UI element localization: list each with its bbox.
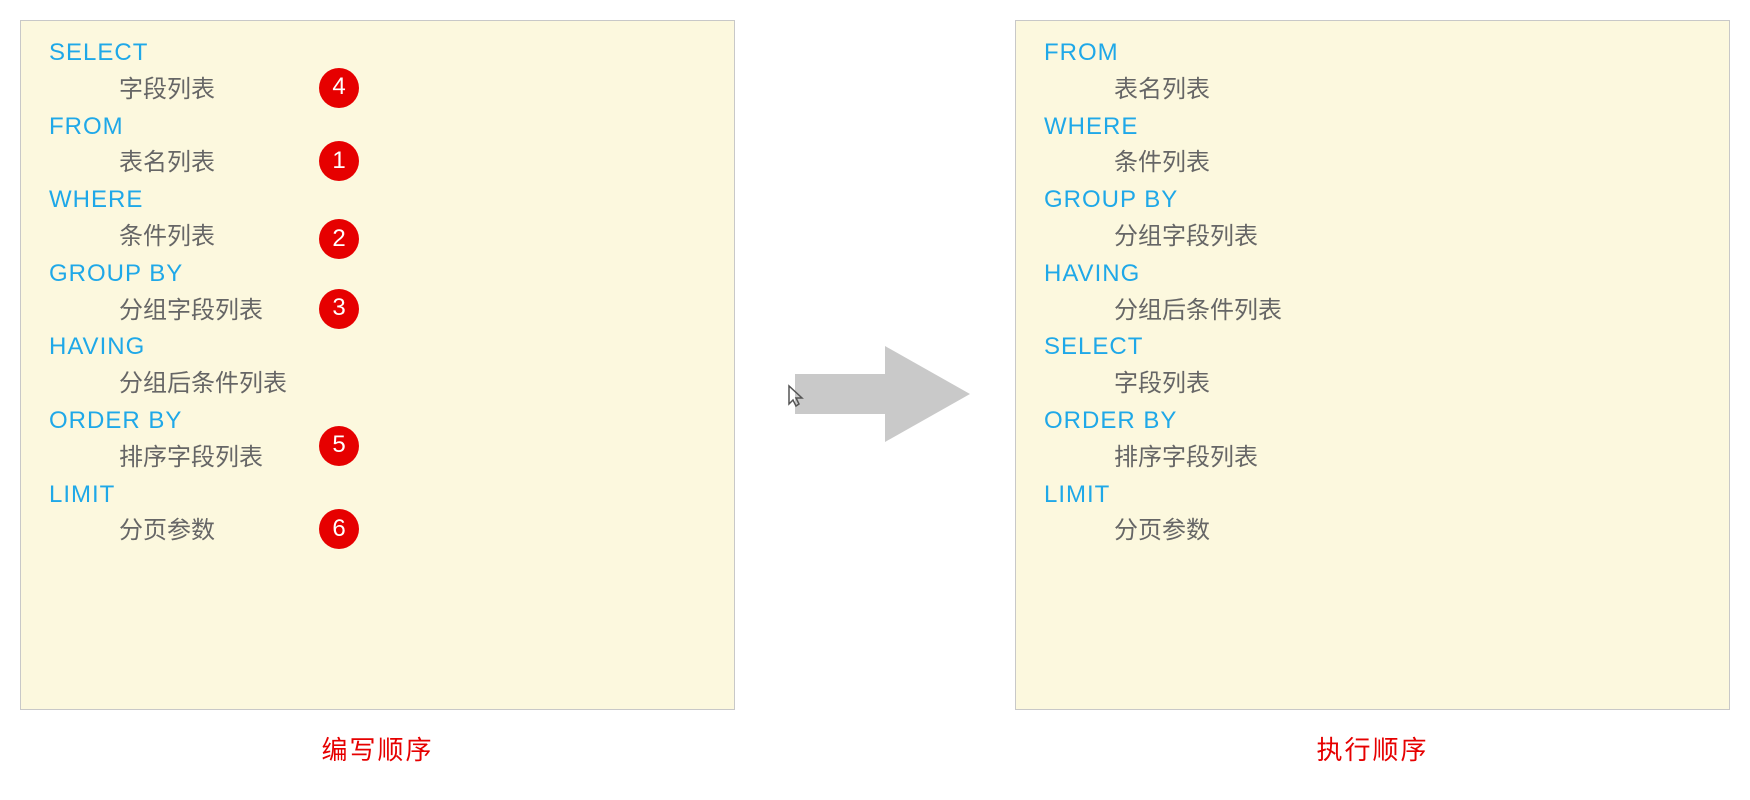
clause-row: WHERE 条件列表	[1044, 113, 1701, 179]
clause-description: 分页参数	[1114, 517, 1701, 546]
sql-keyword: WHERE	[49, 186, 706, 215]
clause-row: GROUP BY 分组字段列表3	[49, 260, 706, 326]
sql-keyword: WHERE	[1044, 113, 1701, 142]
clause-row: FROM 表名列表1	[49, 113, 706, 179]
clause-description: 条件列表2	[119, 223, 706, 252]
sql-keyword: GROUP BY	[49, 260, 706, 289]
order-badge: 2	[319, 219, 359, 259]
right-caption: 执行顺序	[1316, 730, 1428, 767]
clause-row: HAVING 分组后条件列表	[1044, 260, 1701, 326]
clause-row: ORDER BY 排序字段列表5	[49, 407, 706, 473]
clause-description: 分组后条件列表	[119, 370, 706, 399]
arrow-right-icon	[775, 334, 975, 454]
clause-description: 表名列表	[1114, 76, 1701, 105]
clause-row: HAVING 分组后条件列表	[49, 333, 706, 399]
clause-description: 表名列表1	[119, 149, 706, 178]
sql-keyword: SELECT	[49, 39, 706, 68]
sql-keyword: ORDER BY	[49, 407, 706, 436]
sql-keyword: HAVING	[49, 333, 706, 362]
order-badge: 6	[319, 509, 359, 549]
clause-description: 排序字段列表	[1114, 444, 1701, 473]
clause-row: SELECT 字段列表4	[49, 39, 706, 105]
clause-description: 字段列表4	[119, 76, 706, 105]
clause-description: 分组字段列表	[1114, 223, 1701, 252]
sql-keyword: HAVING	[1044, 260, 1701, 289]
order-badge: 5	[319, 426, 359, 466]
sql-keyword: ORDER BY	[1044, 407, 1701, 436]
clause-description: 条件列表	[1114, 149, 1701, 178]
clause-description: 字段列表	[1114, 370, 1701, 399]
right-panel-wrapper: FROM 表名列表 WHERE 条件列表 GROUP BY 分组字段列表 HAVING 分组后…	[1015, 20, 1730, 767]
sql-keyword: GROUP BY	[1044, 186, 1701, 215]
sql-keyword: FROM	[49, 113, 706, 142]
diagram-container: SELECT字段列表4FROM表名列表1WHERE条件列表2GROUP BY分组…	[0, 0, 1750, 787]
arrow-section	[775, 334, 975, 454]
cursor-icon	[787, 384, 805, 414]
clause-description: 分组字段列表3	[119, 297, 706, 326]
sql-keyword: FROM	[1044, 39, 1701, 68]
clause-description: 分组后条件列表	[1114, 297, 1701, 326]
clause-row: LIMIT 分页参数	[1044, 481, 1701, 547]
order-badge: 4	[319, 68, 359, 108]
sql-keyword: LIMIT	[49, 481, 706, 510]
clause-row: ORDER BY 排序字段列表	[1044, 407, 1701, 473]
clause-row: GROUP BY 分组字段列表	[1044, 186, 1701, 252]
sql-keyword: LIMIT	[1044, 481, 1701, 510]
order-badge: 3	[319, 289, 359, 329]
execution-order-panel: FROM 表名列表 WHERE 条件列表 GROUP BY 分组字段列表 HAVING 分组后…	[1015, 20, 1730, 710]
clause-row: WHERE 条件列表2	[49, 186, 706, 252]
clause-description: 排序字段列表5	[119, 444, 706, 473]
clause-row: FROM 表名列表	[1044, 39, 1701, 105]
sql-keyword: SELECT	[1044, 333, 1701, 362]
clause-description: 分页参数6	[119, 517, 706, 546]
left-caption: 编写顺序	[321, 730, 433, 767]
writing-order-panel: SELECT 字段列表4 FROM 表名列表1 WHERE 条件列表2 GROUP BY 分组…	[20, 20, 735, 710]
order-badge: 1	[319, 141, 359, 181]
left-panel-wrapper: SELECT 字段列表4 FROM 表名列表1 WHERE 条件列表2 GROUP BY 分组…	[20, 20, 735, 767]
clause-row: LIMIT 分页参数6	[49, 481, 706, 547]
clause-row: SELECT 字段列表	[1044, 333, 1701, 399]
